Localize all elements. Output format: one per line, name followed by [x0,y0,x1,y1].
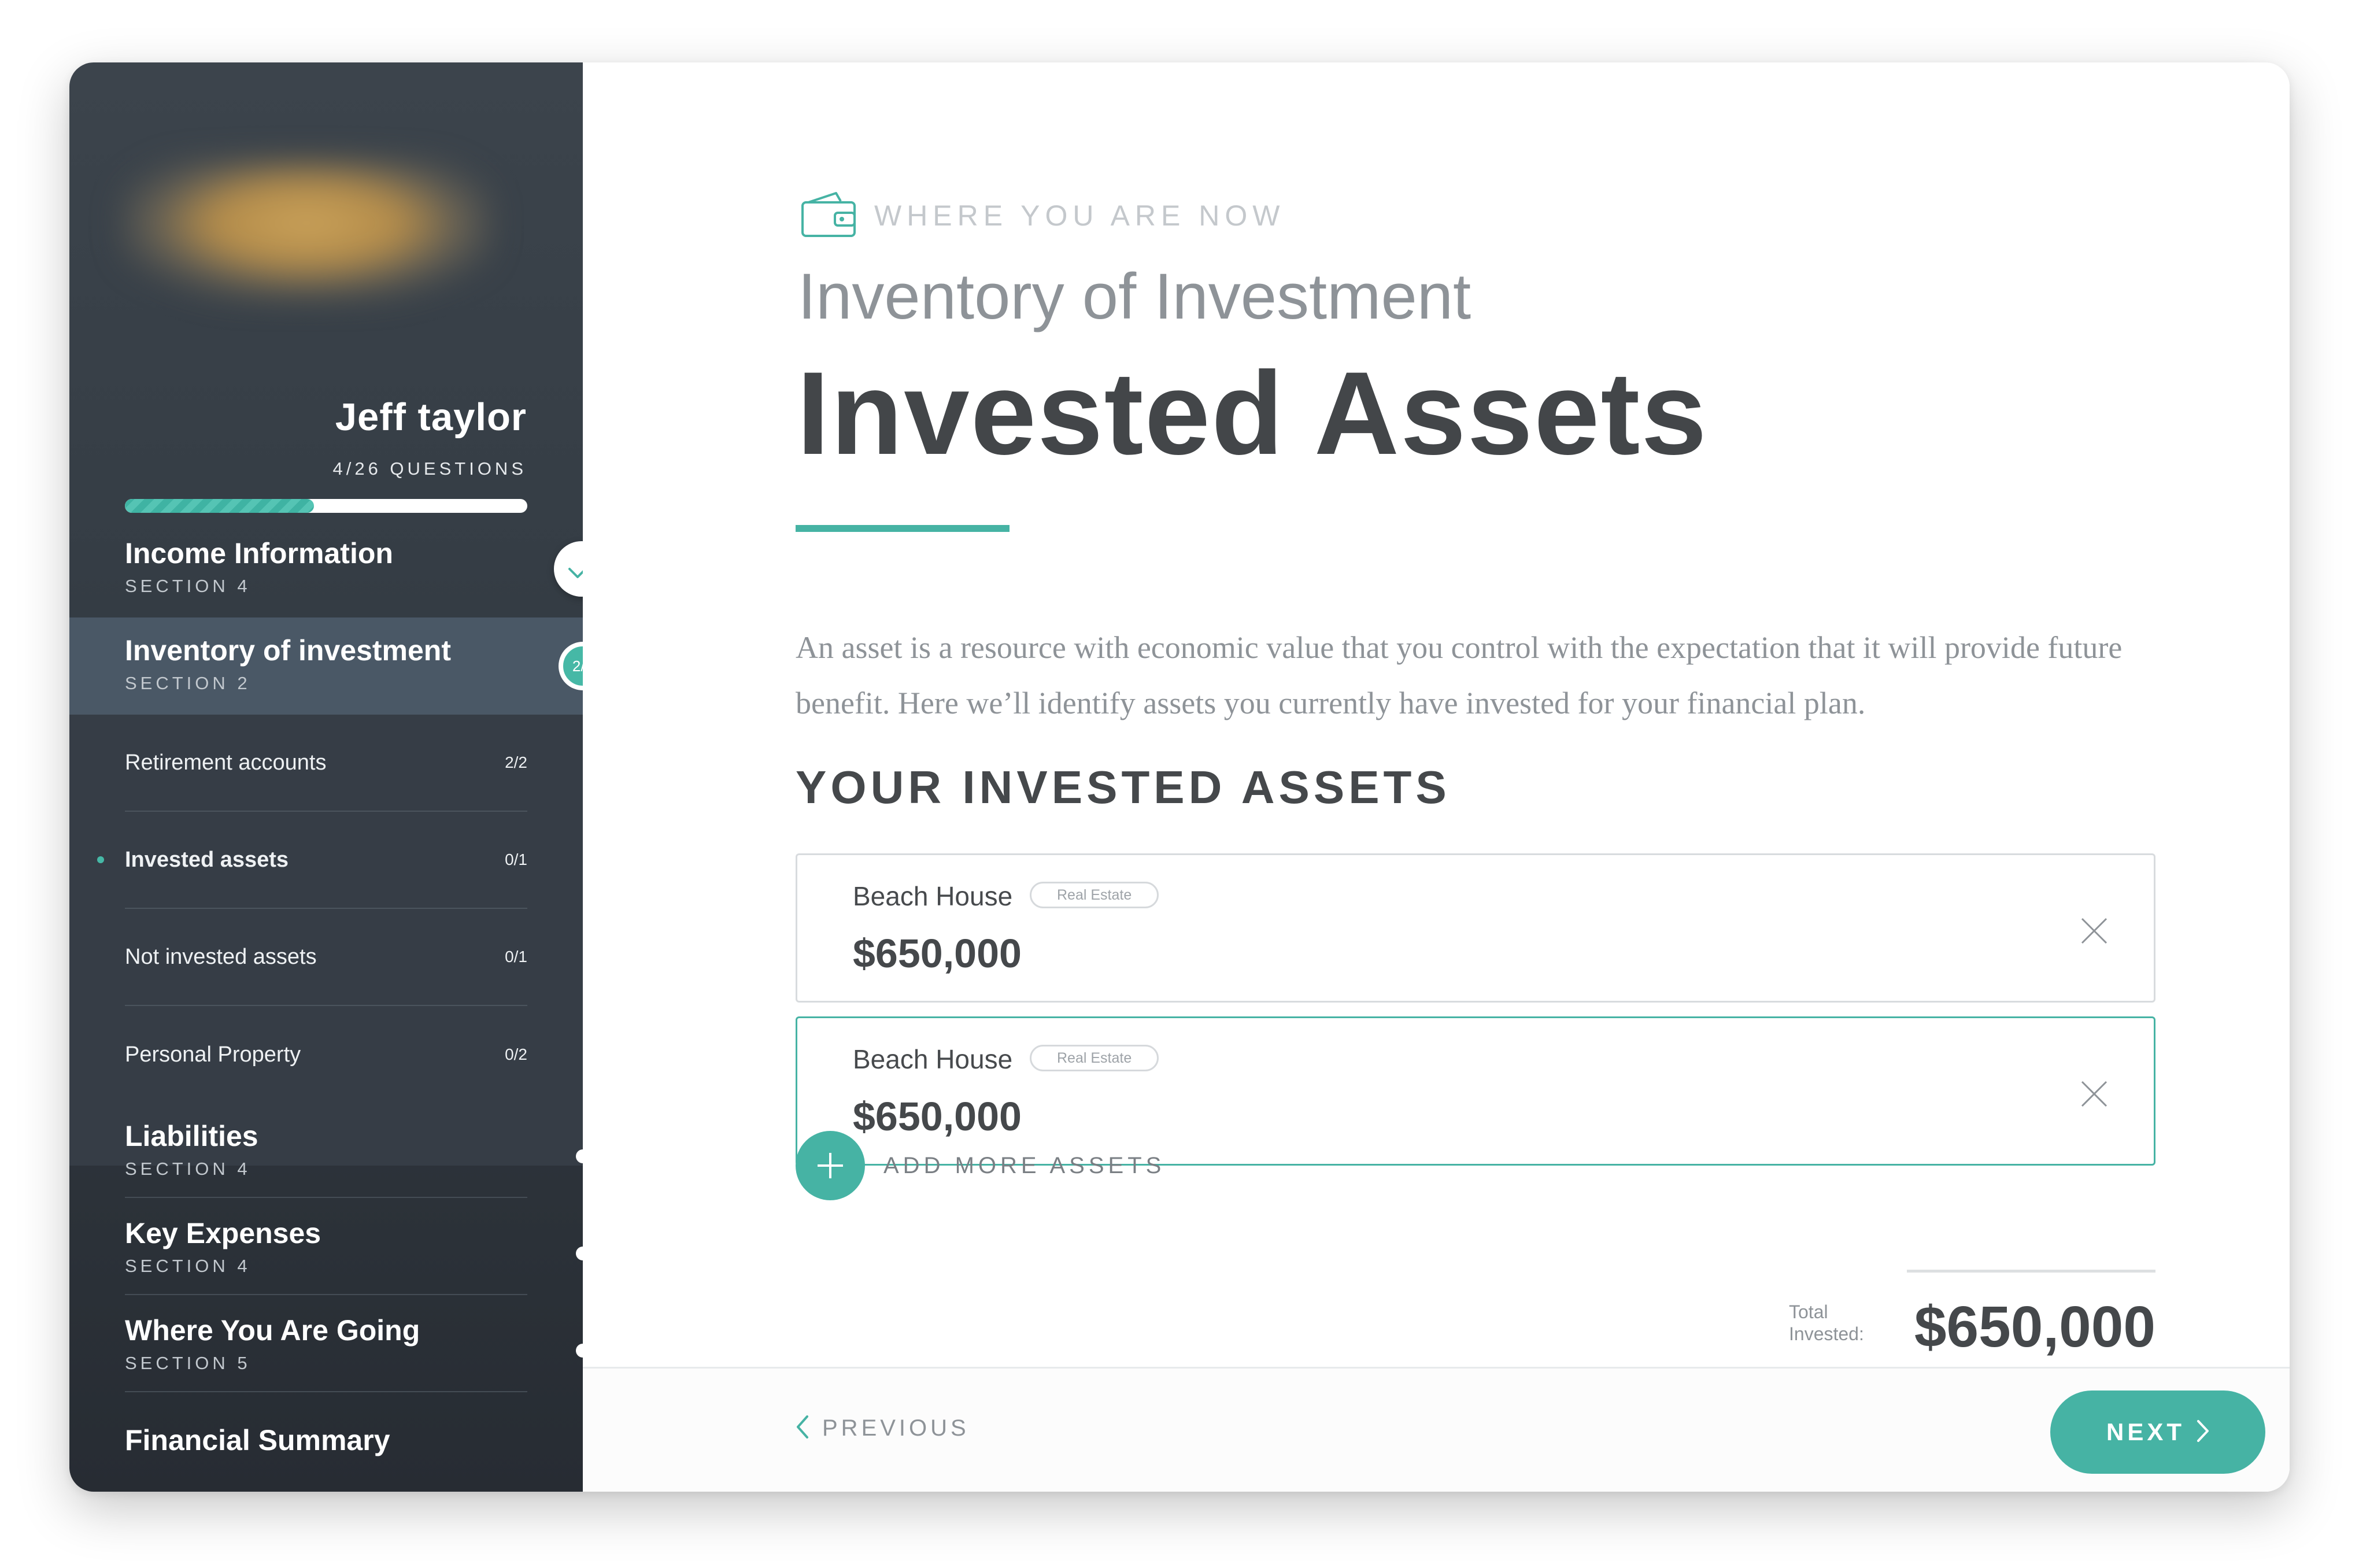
section-title: Income Information [125,537,393,569]
section-divider [125,1294,527,1295]
progress-bar-fill [125,499,315,513]
section-label-group: Inventory of investment SECTION 2 [125,634,451,694]
subsection-count: 0/2 [505,1045,527,1063]
add-more-assets-button[interactable]: ADD MORE ASSETS [796,1131,1165,1200]
section-divider [125,1197,527,1198]
previous-button[interactable]: PREVIOUS [796,1415,970,1442]
chevron-right-icon [2197,1419,2209,1445]
section-inventory-of-investment[interactable]: Inventory of investment SECTION 2 [69,617,583,715]
page-subtitle: Inventory of Investment [798,260,1471,332]
footer-nav: PREVIOUS NEXT [583,1367,2290,1492]
asset-card[interactable]: Beach House Real Estate $650,000 [796,853,2155,1003]
section-key-expenses[interactable]: Key Expenses SECTION 4 [125,1216,321,1277]
plus-icon[interactable] [796,1131,865,1200]
section-subtitle: SECTION 4 [125,576,251,596]
subsection-count: 0/1 [505,850,527,868]
user-name: Jeff taylor [335,395,527,439]
asset-name: Beach House [853,881,1013,911]
wallet-icon [800,190,858,241]
progress-bar [125,499,527,513]
section-divider [125,1391,527,1392]
section-title: Where You Are Going [125,1314,420,1347]
subsection-count: 2/2 [505,753,527,771]
page-description: An asset is a resource with economic val… [796,630,2123,720]
section-income-information[interactable]: Income Information SECTION 4 [125,537,393,597]
next-button[interactable]: NEXT [2050,1391,2265,1474]
title-underline [796,525,1010,532]
subsection-retirement-accounts[interactable]: Retirement accounts 2/2 [125,715,527,812]
subsection-label: Invested assets [125,847,289,872]
section-subtitle: SECTION 4 [125,1256,251,1276]
subsection-personal-property[interactable]: Personal Property 0/2 [125,1006,527,1103]
asset-value: $650,000 [853,931,1022,976]
subsection-not-invested-assets[interactable]: Not invested assets 0/1 [125,909,527,1006]
section-liabilities[interactable]: Liabilities SECTION 4 [125,1119,258,1179]
section-title: Financial Summary [125,1424,390,1456]
section-title: Liabilities [125,1120,258,1152]
section-title: Key Expenses [125,1217,321,1249]
section-subtitle: SECTION 5 [125,1353,251,1373]
eyebrow-label: WHERE YOU ARE NOW [874,199,1285,232]
asset-category-tag: Real Estate [1030,882,1159,908]
assets-heading: YOUR INVESTED ASSETS [796,761,1451,813]
subsection-label: Not invested assets [125,944,317,969]
section-financial-summary[interactable]: Financial Summary [125,1423,390,1457]
chevron-left-icon [796,1415,809,1442]
section-title: Inventory of investment [125,634,451,667]
subsection-label: Retirement accounts [125,750,327,775]
asset-name: Beach House [853,1044,1013,1074]
total-value: $650,000 [1914,1295,2155,1359]
total-divider [1907,1270,2155,1273]
blurred-logo [121,161,491,299]
subsection-count: 0/1 [505,948,527,966]
close-icon[interactable] [2079,915,2110,946]
page-title: Invested Assets [797,347,1708,479]
close-icon[interactable] [2079,1078,2110,1110]
questions-counter: 4/26 QUESTIONS [332,458,527,479]
next-label: NEXT [2106,1418,2185,1445]
subsection-label: Personal Property [125,1042,301,1067]
section-subtitle: SECTION 4 [125,1159,251,1179]
main-content: WHERE YOU ARE NOW Inventory of Investmen… [583,62,2290,1492]
asset-category-tag: Real Estate [1030,1045,1159,1071]
section-subtitle: SECTION 2 [125,673,251,693]
app-window: Jeff taylor 4/26 QUESTIONS Income Inform… [69,62,2290,1492]
previous-label: PREVIOUS [822,1415,970,1441]
add-more-assets-label: ADD MORE ASSETS [883,1152,1166,1178]
eyebrow: WHERE YOU ARE NOW [800,190,1285,241]
subsection-invested-assets[interactable]: Invested assets 0/1 [97,812,527,909]
sidebar: Jeff taylor 4/26 QUESTIONS Income Inform… [69,62,583,1492]
section-where-you-are-going[interactable]: Where You Are Going SECTION 5 [125,1314,420,1374]
current-indicator-dot [97,856,104,863]
subsection-list: Retirement accounts 2/2 Invested assets … [69,715,583,1166]
total-label: Total Invested: [1789,1301,1864,1344]
